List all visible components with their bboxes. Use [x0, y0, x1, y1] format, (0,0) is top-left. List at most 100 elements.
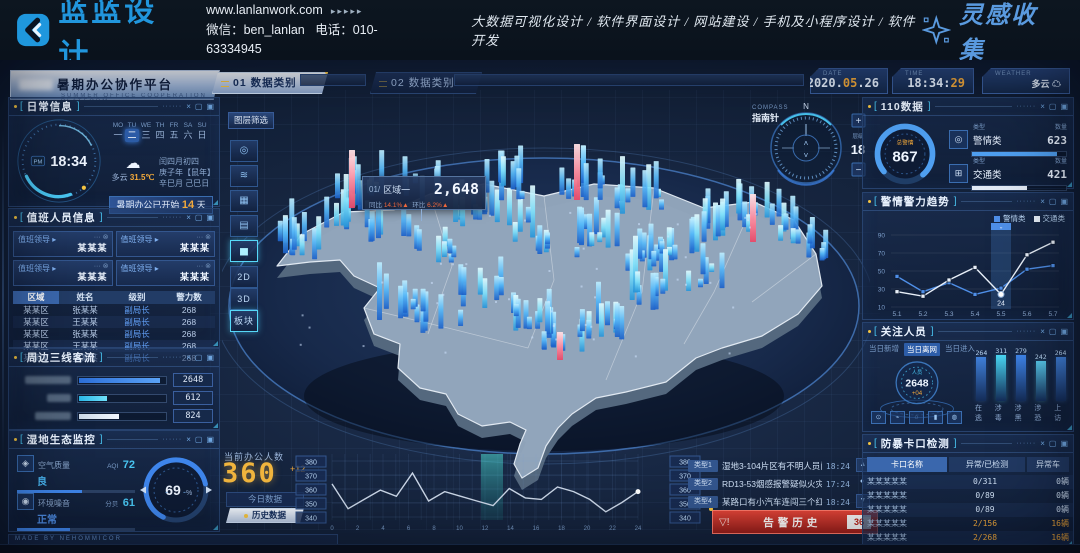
panel-expand-icon[interactable]: ▣	[206, 353, 214, 362]
panel-restore-icon[interactable]: ▢	[195, 435, 203, 444]
weather-label: WEATHER	[995, 71, 1032, 77]
panel-restore-icon[interactable]: ▢	[1049, 102, 1057, 111]
weekday-cell[interactable]: 三	[139, 129, 153, 142]
alert-history-button[interactable]: ▽! 告警历史 36	[712, 510, 878, 534]
svg-text:总警情: 总警情	[896, 138, 913, 146]
panel-expand-icon[interactable]: ▣	[1060, 439, 1068, 448]
panel-title: 关注人员	[881, 324, 927, 339]
panel-restore-icon[interactable]: ▢	[1049, 327, 1057, 336]
svg-text:%: %	[186, 490, 192, 497]
list-layer-icon[interactable]: ▤	[230, 215, 258, 237]
lunar-calendar: 闰四月初四 庚子年【鼠年】 辛巳月 己巳日	[159, 156, 215, 189]
svg-text:16: 16	[533, 526, 540, 532]
panel-expand-icon[interactable]: ▣	[206, 102, 214, 111]
duty-leader-card[interactable]: 值班领导 ▸··· ⊗某某某	[116, 231, 216, 257]
svg-text:10: 10	[456, 526, 463, 532]
radar-icon[interactable]: ≋	[230, 165, 258, 187]
svg-text:+04: +04	[912, 391, 923, 397]
svg-text:5.5: 5.5	[996, 311, 1005, 317]
panel-close-icon[interactable]: ×	[1040, 102, 1045, 111]
panel-close-icon[interactable]: ×	[1040, 327, 1045, 336]
weekday-cell[interactable]: 四	[153, 129, 167, 142]
map-tooltip: 01/区域一2,648 同比 14.1%▲ 环比 6.2%▲	[362, 176, 486, 210]
duty-leader-card[interactable]: 值班领导 ▸··· ⊗某某某	[116, 260, 216, 286]
panel-close-icon[interactable]: ×	[186, 353, 191, 362]
alert-item[interactable]: 类型1湿地3-104片区有不明人员闯入18:24	[688, 458, 850, 474]
panel-close-icon[interactable]: ×	[186, 435, 191, 444]
svg-text:˄: ˄	[804, 139, 809, 148]
panel-restore-icon[interactable]: ▢	[1049, 439, 1057, 448]
panel-expand-icon[interactable]: ▣	[1060, 327, 1068, 336]
panel-expand-icon[interactable]: ▣	[206, 213, 214, 222]
svg-text:0: 0	[330, 526, 334, 532]
panel-title: 周边三线客流	[27, 350, 96, 365]
svg-text:350: 350	[305, 502, 317, 509]
duty-table-row: 某某区张某某副局长268	[13, 328, 215, 340]
tab-indicator-icon	[221, 81, 229, 87]
svg-text:340: 340	[679, 516, 691, 523]
flow-bar-row: 824	[9, 407, 219, 425]
arrows-decor: ▸▸▸▸▸	[331, 6, 364, 16]
camera-icon[interactable]: ◎	[230, 140, 258, 162]
focus-mini-icon[interactable]: ▮	[928, 411, 943, 424]
svg-text:30: 30	[878, 287, 886, 294]
focus-mini-icon[interactable]: ⌁	[890, 411, 905, 424]
weekday-cell[interactable]: 五	[167, 129, 181, 142]
layer-button-2D[interactable]: 2D	[230, 266, 258, 288]
panel-expand-icon[interactable]: ▣	[1060, 197, 1068, 206]
weekday-cell[interactable]: 六	[181, 129, 195, 142]
panel-close-icon[interactable]: ×	[186, 102, 191, 111]
panel-expand-icon[interactable]: ▣	[1060, 102, 1068, 111]
focus-mini-icon[interactable]: ◍	[947, 411, 962, 424]
alert-item[interactable]: 类型2RD13-53烟感报警疑似火灾17:24	[688, 476, 850, 492]
time-plate: TIME 18:34:29	[892, 68, 974, 94]
alert-item[interactable]: 类型4某路口有小汽车连闯三个红灯18:24	[688, 494, 850, 510]
svg-text:22: 22	[609, 526, 616, 532]
alarm-type-icon: ◎	[949, 130, 968, 149]
flow-value: 612	[173, 391, 213, 405]
svg-text:8: 8	[432, 526, 436, 532]
duty-leader-card[interactable]: 值班领导 ▸··· ⊗某某某	[13, 260, 113, 286]
svg-text:-: -	[183, 487, 186, 497]
weekday-cell[interactable]: 一	[111, 129, 125, 142]
topbar-decor-strip	[454, 74, 804, 86]
panel-restore-icon[interactable]: ▢	[1049, 197, 1057, 206]
panel-close-icon[interactable]: ×	[186, 213, 191, 222]
weekday-row: MOTUWETHFRSASU 一二三四五六日	[109, 122, 209, 142]
panel-restore-icon[interactable]: ▢	[195, 102, 203, 111]
panel-restore-icon[interactable]: ▢	[195, 213, 203, 222]
heatmap-icon[interactable]: ▦	[230, 190, 258, 212]
eco-gauge: 69 % --	[137, 451, 215, 529]
weekday-cell[interactable]: 二	[125, 129, 139, 142]
panel-close-icon[interactable]: ×	[1040, 197, 1045, 206]
panel-focus-people: [关注人员]······×▢▣ 当日新增当日离网当日进入 人员 2648 +04…	[862, 322, 1074, 432]
app-root: 蓝蓝设计 www.lanlanwork.com▸▸▸▸▸ 微信：ben_lanl…	[0, 0, 1080, 553]
checkpoint-row: 某某某某某2/15616辆	[863, 517, 1073, 531]
duty-leader-card[interactable]: 值班领导 ▸··· ⊗某某某	[13, 231, 113, 257]
bar-chart-icon[interactable]: ▅	[230, 240, 258, 262]
weekday-cell[interactable]: 日	[195, 129, 209, 142]
focus-mini-icon[interactable]: ◌	[909, 411, 924, 424]
police-trend-chart: 9070503010⌄5.15.25.35.45.55.65.724	[867, 221, 1067, 317]
dashboard: 暑期办公协作平台 SUMMER OFFICE COOPERATION PLATF…	[0, 60, 1080, 553]
inspiration-collect[interactable]: 灵感收集	[922, 0, 1058, 65]
svg-text:20: 20	[584, 526, 591, 532]
history-data-button[interactable]: 历史数据	[226, 508, 304, 523]
checkpoint-row: 某某某某某2/26816辆	[863, 531, 1073, 545]
panel-expand-icon[interactable]: ▣	[206, 435, 214, 444]
flow-value: 824	[173, 409, 213, 423]
panel-restore-icon[interactable]: ▢	[195, 353, 203, 362]
topbar-decor-strip	[300, 74, 366, 86]
flow-bars: 2648 612 824	[9, 367, 219, 425]
panel-close-icon[interactable]: ×	[1040, 439, 1045, 448]
layer-button-板块[interactable]: 板块	[230, 310, 258, 332]
flow-value: 2648	[173, 373, 213, 387]
focus-bar-chart: 264在逃311涉毒279涉黑242涉恐264上访	[975, 347, 1067, 423]
focus-mini-icon[interactable]: ⊙	[871, 411, 886, 424]
svg-text:N: N	[803, 102, 809, 111]
today-data-button[interactable]: 今日数据	[226, 492, 304, 507]
website-link[interactable]: www.lanlanwork.com	[206, 3, 323, 17]
office-trend-chart: 3803803703703603603503503403400246810121…	[294, 448, 704, 536]
svg-text:10: 10	[878, 305, 886, 312]
layer-button-3D[interactable]: 3D	[230, 288, 258, 310]
